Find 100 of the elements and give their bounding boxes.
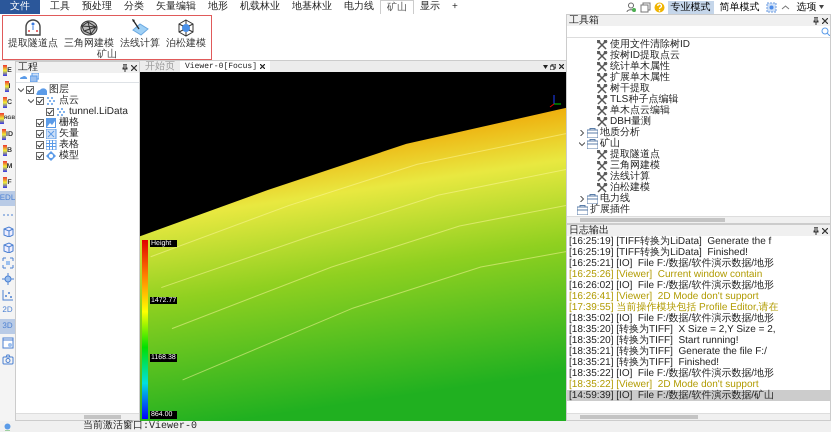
windows-icon[interactable] [640,2,650,12]
checkbox[interactable] [26,86,34,94]
chart-icon [2,288,14,300]
tree-item[interactable]: 电力线 [600,193,630,204]
ribbon-tab[interactable]: 机载林业 [234,0,286,14]
toolbar-button[interactable] [0,255,15,270]
tree-item[interactable]: 矢量 [59,128,79,139]
color-ramp-icon [3,177,8,188]
ribbon-tab[interactable]: 地基林业 [286,0,338,14]
tree-item[interactable]: 表格 [59,139,79,150]
toolbar-button[interactable] [0,335,15,350]
tool-item[interactable]: TLS种子点编辑 [610,94,678,105]
model-icon [46,150,57,160]
caret-icon[interactable] [542,64,548,68]
log-line[interactable]: [18:35:20] [转换为TIFF] X Size = 2,Y Size = 2, [567,324,830,335]
log-line[interactable]: [18:35:21] [转换为TIFF] Finished! [567,357,830,368]
checkbox[interactable] [46,108,54,116]
tree-item[interactable]: 图层 [49,84,69,95]
tool-item[interactable]: 三角网建模 [610,160,660,171]
caret-icon[interactable] [18,86,24,92]
pin-icon[interactable] [813,226,819,234]
toolbar-button[interactable] [0,271,15,286]
log-line[interactable]: [18:35:02] [IO] File F:/数据/软件演示数据/地形 [567,313,830,324]
file-menu-button[interactable]: 文件 [0,0,40,14]
tree-item[interactable]: 地质分析 [600,127,640,138]
checkbox[interactable] [36,96,44,104]
tool-item[interactable]: 按树ID提取点云 [610,50,680,61]
cloud-icon[interactable] [18,73,28,80]
log-line[interactable]: [18:35:21] [转换为TIFF] Generate the file F:/ [567,346,830,357]
vector-icon [46,128,57,138]
tree-item[interactable]: 点云 [59,95,79,106]
log-line[interactable]: [16:26:02] [IO] File F:/数据/软件演示数据/地形 [567,280,830,291]
horizontal-scrollbar[interactable] [16,413,139,420]
restore-icon[interactable] [550,64,556,70]
tree-item[interactable]: 栅格 [59,117,79,128]
tree-item[interactable]: 矿山 [600,138,620,149]
wrench-icon [597,72,608,82]
tool-item[interactable]: 使用文件清除树ID [610,39,690,50]
options-menu[interactable]: 选项 [794,0,827,14]
ribbon-tab[interactable]: 矢量编辑 [150,0,202,14]
dots-icon [46,96,57,106]
ribbon-tab[interactable]: 工具 [44,0,76,14]
document-tab[interactable]: Viewer-0[Focus] [180,61,270,72]
color-ramp-icon [0,113,4,124]
mode-button[interactable]: 专业模式 [668,0,714,14]
checkbox[interactable] [36,140,44,148]
view-mode-button[interactable]: 2D [0,303,15,318]
search-field[interactable] [567,26,830,38]
caret-icon[interactable] [579,140,585,146]
close-icon[interactable] [260,64,266,69]
ribbon-tab[interactable]: 分类 [118,0,150,14]
ribbon-tab[interactable]: 矿山 [380,0,414,14]
log-line[interactable]: [18:35:22] [IO] File F:/数据/软件演示数据/地形 [567,368,830,379]
log-line[interactable]: [16:25:19] [TIFF转换为LiData] Generate the f [567,236,830,247]
close-icon[interactable] [131,64,137,70]
tree-item[interactable]: 模型 [59,150,79,161]
ribbon-tab[interactable]: 预处理 [76,0,118,14]
tool-item[interactable]: 提取隧道点 [610,149,660,160]
pin-icon[interactable] [813,16,819,24]
ribbon-button[interactable]: 三角网建模 [62,18,116,49]
user-icon[interactable] [626,2,636,12]
caret-icon[interactable] [579,196,585,202]
close-icon[interactable] [558,64,564,69]
log-line[interactable]: [16:25:19] [TIFF转换为LiData] Finished! [567,247,830,258]
caret-icon[interactable] [579,130,585,136]
log-line[interactable]: [16:25:21] [IO] File F:/数据/软件演示数据/地形 [567,258,830,269]
checkbox[interactable] [36,118,44,126]
tree-item[interactable]: tunnel.LiData [69,106,128,117]
toolbox-icon [587,194,598,204]
ribbon-button[interactable]: 法线计算 [118,18,162,49]
layout-icon[interactable] [766,2,776,12]
tool-item[interactable]: 泊松建模 [610,182,650,193]
caret-icon[interactable] [28,98,34,104]
ribbon-tab[interactable]: 电力线 [338,0,380,14]
color-ramp-icon [2,97,7,108]
tree-item[interactable]: 扩展插件 [590,204,630,215]
horizontal-scrollbar[interactable] [567,413,830,420]
ribbon-tab[interactable]: 显示 [414,0,446,14]
tool-item[interactable]: 扩展单木属性 [610,72,670,83]
ribbon-tab[interactable]: + [446,0,464,14]
caret-icon [819,5,824,9]
tool-item[interactable]: 统计单木属性 [610,61,670,72]
log-line[interactable]: [18:35:20] [转换为TIFF] Start running! [567,335,830,346]
tool-item[interactable]: DBH量测 [610,116,652,127]
tool-item[interactable]: 法线计算 [610,171,650,182]
horizontal-scrollbar[interactable] [567,216,830,223]
checkbox[interactable] [36,152,44,160]
camera-icon [2,352,14,364]
ribbon-button[interactable]: 泊松建模 [164,18,208,49]
close-icon[interactable] [822,228,828,234]
mode-button[interactable]: 简单模式 [716,0,762,14]
checkbox[interactable] [36,130,44,138]
ribbon-tab[interactable]: 地形 [202,0,234,14]
toolbar-button[interactable] [0,287,15,302]
stack-icon[interactable] [30,73,39,82]
tool-item[interactable]: 树干提取 [610,83,650,94]
tool-item[interactable]: 单木点云编辑 [610,105,670,116]
close-icon[interactable] [822,18,828,24]
pin-icon[interactable] [122,64,128,72]
ribbon-button[interactable]: 提取隧道点 [6,18,60,49]
